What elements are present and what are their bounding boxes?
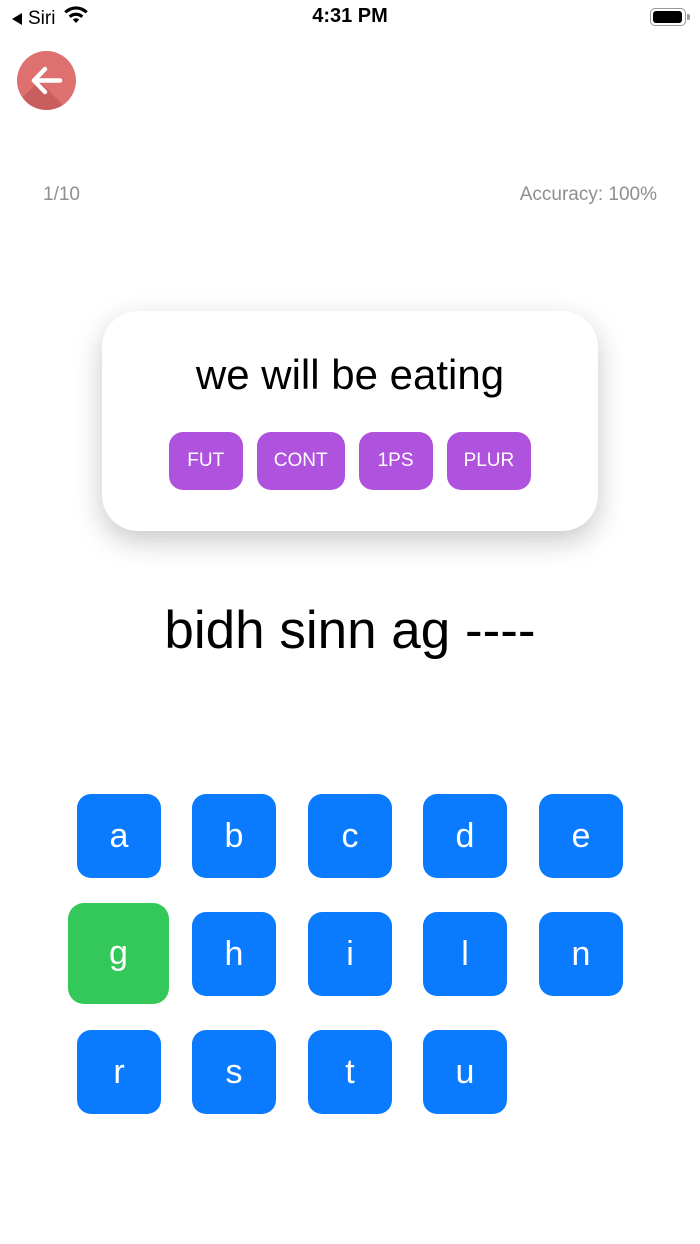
key-t[interactable]: t — [308, 1030, 392, 1114]
key-g[interactable]: g — [68, 903, 169, 1004]
key-r[interactable]: r — [77, 1030, 161, 1114]
key-l[interactable]: l — [423, 912, 507, 996]
key-e[interactable]: e — [539, 794, 623, 878]
key-d[interactable]: d — [423, 794, 507, 878]
key-h[interactable]: h — [192, 912, 276, 996]
status-bar: Siri 4:31 PM — [0, 0, 700, 36]
tag-plural: PLUR — [446, 432, 532, 490]
key-c[interactable]: c — [308, 794, 392, 878]
answer-text: bidh sinn ag ---- — [164, 601, 536, 660]
tag-continuous: CONT — [256, 432, 345, 490]
status-time: 4:31 PM — [312, 5, 388, 27]
prompt-text: we will be eating — [195, 351, 505, 398]
prompt-card: we will be eating FUT CONT 1PS PLUR — [102, 311, 598, 531]
key-a[interactable]: a — [77, 794, 161, 878]
accuracy-label: Accuracy: 100% — [519, 184, 657, 205]
key-i[interactable]: i — [308, 912, 392, 996]
battery-icon — [650, 8, 690, 26]
key-b[interactable]: b — [192, 794, 276, 878]
back-button[interactable] — [17, 51, 76, 110]
key-s[interactable]: s — [192, 1030, 276, 1114]
arrow-left-icon — [31, 66, 63, 95]
key-n[interactable]: n — [539, 912, 623, 996]
key-u[interactable]: u — [423, 1030, 507, 1114]
tag-first-person: 1PS — [358, 432, 433, 490]
tag-future: FUT — [168, 432, 243, 490]
grammar-tags: FUT CONT 1PS PLUR — [102, 432, 598, 490]
question-counter: 1/10 — [43, 184, 80, 205]
